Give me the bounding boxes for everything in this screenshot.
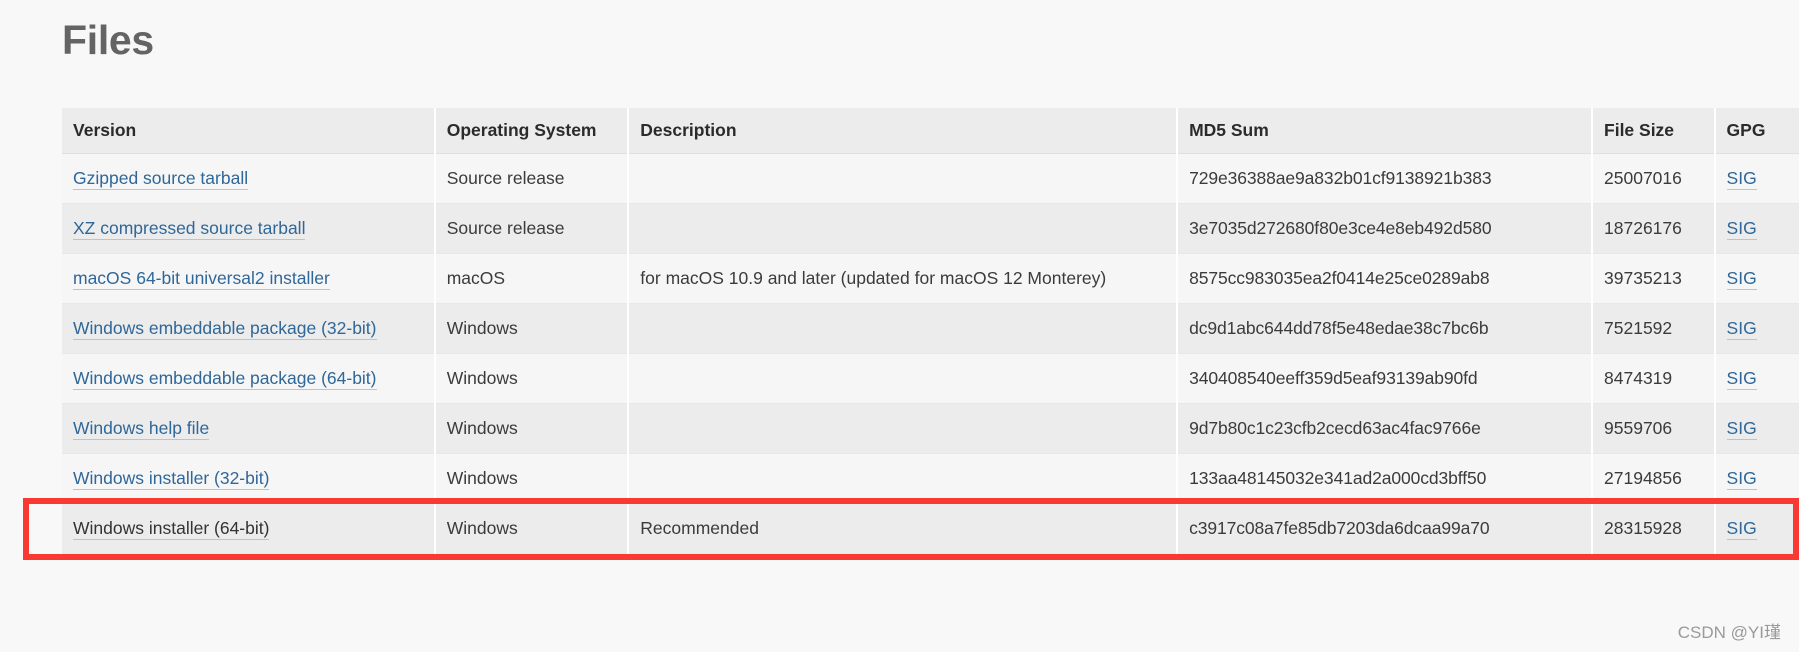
file-download-link[interactable]: Windows help file xyxy=(73,418,210,440)
file-download-link[interactable]: Windows embeddable package (64-bit) xyxy=(73,368,377,390)
table-header: Version Operating System Description MD5… xyxy=(62,108,1799,154)
table-row: Gzipped source tarball Source release 729e… xyxy=(62,153,1799,204)
cell-gpg: SIG xyxy=(1713,403,1799,454)
cell-description xyxy=(627,153,1178,204)
gpg-signature-link[interactable]: SIG xyxy=(1726,168,1757,190)
cell-md5-sum: 3e7035d272680f80e3ce4e8eb492d580 xyxy=(1176,203,1593,254)
gpg-signature-link[interactable]: SIG xyxy=(1726,318,1757,340)
column-header-description: Description xyxy=(627,108,1178,154)
cell-file-size: 39735213 xyxy=(1591,253,1715,304)
page-title: Files xyxy=(62,17,154,63)
cell-description xyxy=(627,303,1178,354)
cell-version: Windows help file xyxy=(62,403,435,454)
cell-operating-system: Windows xyxy=(433,353,629,404)
table-row: XZ compressed source tarball Source relea… xyxy=(62,203,1799,254)
cell-md5-sum: 9d7b80c1c23cfb2cecd63ac4fac9766e xyxy=(1176,403,1593,454)
cell-description: Recommended xyxy=(627,503,1178,554)
table-body: Gzipped source tarball Source release 729e… xyxy=(62,153,1799,554)
gpg-signature-link[interactable]: SIG xyxy=(1726,218,1757,240)
gpg-signature-link[interactable]: SIG xyxy=(1726,518,1757,540)
cell-gpg: SIG xyxy=(1713,353,1799,404)
cell-description xyxy=(627,403,1178,454)
file-download-link[interactable]: macOS 64-bit universal2 installer xyxy=(73,268,330,290)
cell-md5-sum: 729e36388ae9a832b01cf9138921b383 xyxy=(1176,153,1593,204)
cell-version: Windows embeddable package (64-bit) xyxy=(62,353,435,404)
column-header-operating-system: Operating System xyxy=(433,108,629,154)
table-row: macOS 64-bit universal2 installer macOS fo… xyxy=(62,253,1799,304)
table-header-row: Version Operating System Description MD5… xyxy=(62,108,1799,154)
column-header-md5-sum: MD5 Sum xyxy=(1176,108,1593,154)
column-header-gpg: GPG xyxy=(1713,108,1799,154)
table-row: Windows installer (32-bit) Windows 133aa48… xyxy=(62,453,1799,504)
column-header-version: Version xyxy=(62,108,435,154)
gpg-signature-link[interactable]: SIG xyxy=(1726,368,1757,390)
cell-gpg: SIG xyxy=(1713,153,1799,204)
cell-md5-sum: 133aa48145032e341ad2a000cd3bff50 xyxy=(1176,453,1593,504)
file-download-link[interactable]: Windows installer (32-bit) xyxy=(73,468,270,490)
file-download-link[interactable]: Gzipped source tarball xyxy=(73,168,249,190)
cell-operating-system: Source release xyxy=(433,153,629,204)
gpg-signature-link[interactable]: SIG xyxy=(1726,418,1757,440)
cell-gpg: SIG xyxy=(1713,303,1799,354)
cell-description xyxy=(627,203,1178,254)
cell-version: Windows installer (64-bit) xyxy=(62,503,435,554)
cell-version: Gzipped source tarball xyxy=(62,153,435,204)
cell-gpg: SIG xyxy=(1713,253,1799,304)
cell-gpg: SIG xyxy=(1713,503,1799,554)
cell-operating-system: Windows xyxy=(433,453,629,504)
cell-description xyxy=(627,353,1178,404)
cell-file-size: 18726176 xyxy=(1591,203,1715,254)
cell-operating-system: Windows xyxy=(433,403,629,454)
cell-md5-sum: 340408540eeff359d5eaf93139ab90fd xyxy=(1176,353,1593,404)
cell-md5-sum: dc9d1abc644dd78f5e48edae38c7bc6b xyxy=(1176,303,1593,354)
cell-description xyxy=(627,453,1178,504)
cell-description: for macOS 10.9 and later (updated for ma… xyxy=(627,253,1178,304)
cell-file-size: 27194856 xyxy=(1591,453,1715,504)
cell-file-size: 7521592 xyxy=(1591,303,1715,354)
cell-operating-system: Windows xyxy=(433,503,629,554)
files-table: Version Operating System Description MD5… xyxy=(62,108,1799,554)
table-row: Windows embeddable package (32-bit) Windo… xyxy=(62,303,1799,354)
file-download-link[interactable]: XZ compressed source tarball xyxy=(73,218,306,240)
cell-operating-system: Source release xyxy=(433,203,629,254)
file-download-link[interactable]: Windows embeddable package (32-bit) xyxy=(73,318,377,340)
cell-version: macOS 64-bit universal2 installer xyxy=(62,253,435,304)
cell-file-size: 8474319 xyxy=(1591,353,1715,404)
files-table-container: Version Operating System Description MD5… xyxy=(62,108,1799,554)
gpg-signature-link[interactable]: SIG xyxy=(1726,468,1757,490)
table-row: Windows installer (64-bit) Windows Recomme… xyxy=(62,503,1799,554)
cell-file-size: 28315928 xyxy=(1591,503,1715,554)
cell-gpg: SIG xyxy=(1713,453,1799,504)
cell-version: Windows embeddable package (32-bit) xyxy=(62,303,435,354)
gpg-signature-link[interactable]: SIG xyxy=(1726,268,1757,290)
cell-version: XZ compressed source tarball xyxy=(62,203,435,254)
cell-version: Windows installer (32-bit) xyxy=(62,453,435,504)
cell-file-size: 9559706 xyxy=(1591,403,1715,454)
csdn-watermark: CSDN @YI瑾 xyxy=(1677,623,1781,642)
table-row: Windows embeddable package (64-bit) Windo… xyxy=(62,353,1799,404)
cell-md5-sum: 8575cc983035ea2f0414e25ce0289ab8 xyxy=(1176,253,1593,304)
column-header-file-size: File Size xyxy=(1591,108,1715,154)
file-download-link[interactable]: Windows installer (64-bit) xyxy=(73,518,270,540)
cell-operating-system: macOS xyxy=(433,253,629,304)
cell-file-size: 25007016 xyxy=(1591,153,1715,204)
table-row: Windows help file Windows 9d7b80c1c23cfb2c… xyxy=(62,403,1799,454)
files-page: Files Version Operating System Descripti… xyxy=(0,0,1799,652)
cell-gpg: SIG xyxy=(1713,203,1799,254)
cell-md5-sum: c3917c08a7fe85db7203da6dcaa99a70 xyxy=(1176,503,1593,554)
cell-operating-system: Windows xyxy=(433,303,629,354)
